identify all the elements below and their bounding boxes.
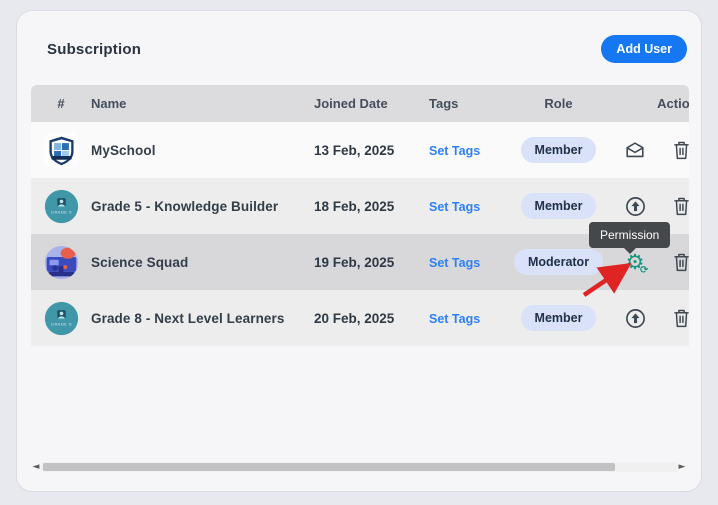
trash-icon[interactable] <box>669 306 689 330</box>
table-header-row: # Name Joined Date Tags Role Actions <box>31 85 689 122</box>
row-name: Science Squad <box>91 255 303 270</box>
role-badge: Member <box>521 137 597 163</box>
column-header-role: Role <box>506 96 611 111</box>
svg-text:GRADE 5: GRADE 5 <box>50 209 71 214</box>
column-header-tags: Tags <box>422 96 506 111</box>
row-joined-date: 18 Feb, 2025 <box>303 199 422 214</box>
page-title: Subscription <box>47 41 141 58</box>
envelope-icon[interactable] <box>623 138 647 162</box>
column-header-actions: Actions <box>611 96 689 111</box>
row-joined-date: 20 Feb, 2025 <box>303 311 422 326</box>
horizontal-scrollbar[interactable]: ◄ ► <box>31 460 687 473</box>
row-joined-date: 13 Feb, 2025 <box>303 143 422 158</box>
scroll-right-arrow-icon[interactable]: ► <box>677 460 687 473</box>
column-header-number: # <box>31 96 91 111</box>
row-joined-date: 19 Feb, 2025 <box>303 255 422 270</box>
role-badge: Moderator <box>514 249 603 275</box>
row-name: MySchool <box>91 143 303 158</box>
row-avatar: GRADE 5 <box>43 188 80 225</box>
table-row[interactable]: MySchool 13 Feb, 2025 Set Tags Member <box>31 122 689 178</box>
column-header-name: Name <box>91 96 303 111</box>
panel-header: Subscription Add User <box>31 35 687 63</box>
scrollbar-track[interactable] <box>41 462 677 472</box>
set-tags-link[interactable]: Set Tags <box>429 144 480 158</box>
column-header-joined-date: Joined Date <box>303 96 422 111</box>
row-name: Grade 5 - Knowledge Builder <box>91 199 303 214</box>
svg-text:GRADE 8: GRADE 8 <box>50 321 71 326</box>
set-tags-link[interactable]: Set Tags <box>429 256 480 270</box>
add-user-button[interactable]: Add User <box>601 35 687 63</box>
upload-circle-icon[interactable] <box>623 194 647 218</box>
scroll-left-arrow-icon[interactable]: ◄ <box>31 460 41 473</box>
subscription-panel: Subscription Add User # Name Joined Date… <box>16 10 702 492</box>
trash-icon[interactable] <box>669 250 689 274</box>
row-avatar <box>43 244 80 281</box>
role-badge: Member <box>521 193 597 219</box>
upload-circle-icon[interactable] <box>623 306 647 330</box>
set-tags-link[interactable]: Set Tags <box>429 312 480 326</box>
trash-icon[interactable] <box>669 138 689 162</box>
subscription-table: # Name Joined Date Tags Role Actions MyS… <box>31 85 689 346</box>
row-avatar <box>43 132 80 169</box>
trash-icon[interactable] <box>669 194 689 218</box>
role-badge: Member <box>521 305 597 331</box>
scrollbar-thumb[interactable] <box>43 463 615 471</box>
permission-tooltip: Permission <box>589 222 670 248</box>
row-avatar: GRADE 8 <box>43 300 80 337</box>
set-tags-link[interactable]: Set Tags <box>429 200 480 214</box>
table-row[interactable]: GRADE 8 Grade 8 - Next Level Learners 20… <box>31 290 689 346</box>
row-name: Grade 8 - Next Level Learners <box>91 311 303 326</box>
